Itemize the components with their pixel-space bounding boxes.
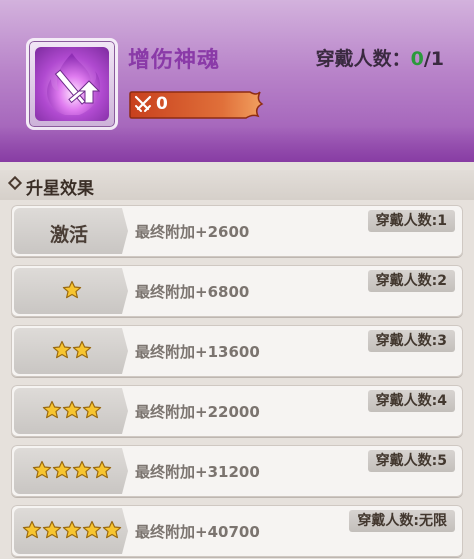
star-rating — [14, 280, 128, 304]
star-icon — [62, 280, 82, 304]
star-icon — [102, 520, 122, 544]
star-effect-row: 最终附加+22000 穿戴人数:4 — [11, 385, 463, 437]
wearer-requirement-tag: 穿戴人数:5 — [367, 450, 455, 472]
star-effect-row: 激活 最终附加+2600 穿戴人数:1 — [11, 205, 463, 257]
item-header: 增伤神魂 穿戴人数：0/1 0 — [0, 0, 474, 162]
star-icon — [52, 340, 72, 364]
star-icon — [62, 520, 82, 544]
star-icon — [22, 520, 42, 544]
effect-description: 最终附加+22000 — [135, 403, 260, 421]
wearers-count: 穿戴人数：0/1 — [316, 44, 444, 71]
star-level-cell: 激活 — [14, 208, 128, 254]
activate-label: 激活 — [49, 224, 88, 246]
wearers-separator: / — [423, 48, 431, 70]
star-level-cell — [14, 448, 128, 494]
purple-flame-sword-icon — [35, 47, 109, 121]
wearer-requirement-tag: 穿戴人数:1 — [367, 210, 455, 232]
star-level-cell — [14, 388, 128, 434]
star-icon — [52, 460, 72, 484]
wearers-max: 1 — [430, 48, 444, 70]
star-rating — [14, 520, 128, 544]
item-name: 增伤神魂 — [128, 48, 221, 73]
star-icon — [82, 400, 102, 424]
item-icon-frame[interactable] — [26, 38, 118, 130]
star-level-cell — [14, 508, 128, 554]
effect-description: 最终附加+13600 — [135, 343, 260, 361]
wearer-requirement-tag: 穿戴人数:4 — [367, 390, 455, 412]
star-icon — [42, 520, 62, 544]
star-icon — [72, 340, 92, 364]
star-rating — [14, 400, 128, 424]
star-icon — [62, 400, 82, 424]
star-level-cell — [14, 328, 128, 374]
effect-description: 最终附加+31200 — [135, 463, 260, 481]
wearer-requirement-tag: 穿戴人数:2 — [367, 270, 455, 292]
wearers-current: 0 — [410, 48, 424, 70]
wearers-label: 穿戴人数： — [315, 48, 411, 70]
star-effect-section-header: 升星效果 — [0, 170, 474, 200]
attack-value: 0 — [156, 94, 168, 114]
diamond-bullet-icon — [7, 175, 23, 191]
section-title: 升星效果 — [26, 179, 94, 199]
star-level-cell — [14, 268, 128, 314]
wearer-requirement-tag: 穿戴人数:3 — [367, 330, 455, 352]
star-effect-row: 最终附加+40700 穿戴人数:无限 — [11, 505, 463, 557]
wearer-requirement-tag: 穿戴人数:无限 — [349, 510, 455, 532]
star-icon — [32, 460, 52, 484]
star-icon — [42, 400, 62, 424]
star-effect-row: 最终附加+31200 穿戴人数:5 — [11, 445, 463, 497]
effect-description: 最终附加+6800 — [135, 283, 250, 301]
star-effect-row: 最终附加+13600 穿戴人数:3 — [11, 325, 463, 377]
star-icon — [72, 460, 92, 484]
star-rating — [14, 460, 128, 484]
attack-bar: 0 — [128, 90, 264, 120]
star-icon — [82, 520, 102, 544]
effect-description: 最终附加+2600 — [135, 223, 250, 241]
star-icon — [92, 460, 112, 484]
star-rating — [14, 340, 128, 364]
effect-description: 最终附加+40700 — [135, 523, 260, 541]
star-effect-row: 最终附加+6800 穿戴人数:2 — [11, 265, 463, 317]
